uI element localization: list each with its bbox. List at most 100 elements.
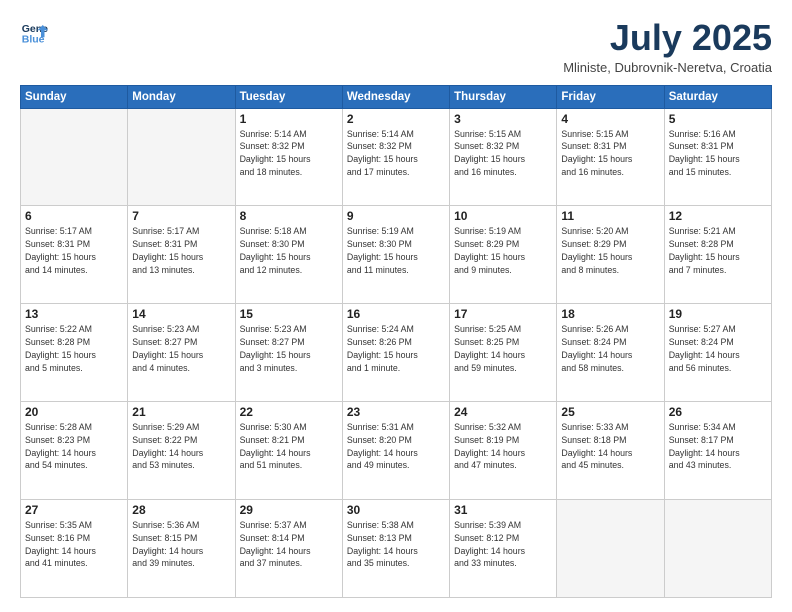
calendar-week-row: 20 Sunrise: 5:28 AM Sunset: 8:23 PM Dayli… — [21, 402, 772, 500]
table-row: 22Sunrise: 5:30 AM Sunset: 8:21 PM Dayli… — [235, 402, 342, 500]
table-row: 30Sunrise: 5:38 AM Sunset: 8:13 PM Dayli… — [342, 500, 449, 598]
day-number: 7 — [132, 209, 230, 223]
day-number: 15 — [240, 307, 338, 321]
table-row: 24 Sunrise: 5:32 AM Sunset: 8:19 PM Dayli… — [450, 402, 557, 500]
day-detail: Sunrise: 5:15 AM Sunset: 8:31 PM Dayligh… — [561, 128, 659, 179]
table-row: 16 Sunrise: 5:24 AM Sunset: 8:26 PM Dayli… — [342, 304, 449, 402]
calendar-week-row: 13 Sunrise: 5:22 AM Sunset: 8:28 PM Dayli… — [21, 304, 772, 402]
table-row: 18 Sunrise: 5:26 AM Sunset: 8:24 PM Dayli… — [557, 304, 664, 402]
day-number: 6 — [25, 209, 123, 223]
day-number: 18 — [561, 307, 659, 321]
day-number: 21 — [132, 405, 230, 419]
day-number: 31 — [454, 503, 552, 517]
table-row: 14Sunrise: 5:23 AM Sunset: 8:27 PM Dayli… — [128, 304, 235, 402]
day-number: 17 — [454, 307, 552, 321]
table-row: 19 Sunrise: 5:27 AM Sunset: 8:24 PM Dayli… — [664, 304, 771, 402]
day-detail: Sunrise: 5:22 AM Sunset: 8:28 PM Dayligh… — [25, 323, 123, 374]
table-row: 29 Sunrise: 5:37 AM Sunset: 8:14 PM Dayli… — [235, 500, 342, 598]
day-number: 16 — [347, 307, 445, 321]
table-row: 7 Sunrise: 5:17 AM Sunset: 8:31 PM Daylig… — [128, 206, 235, 304]
day-number: 5 — [669, 112, 767, 126]
calendar-week-row: 27 Sunrise: 5:35 AM Sunset: 8:16 PM Dayli… — [21, 500, 772, 598]
day-number: 28 — [132, 503, 230, 517]
day-detail: Sunrise: 5:32 AM Sunset: 8:19 PM Dayligh… — [454, 421, 552, 472]
day-detail: Sunrise: 5:17 AM Sunset: 8:31 PM Dayligh… — [25, 225, 123, 276]
table-row: 4 Sunrise: 5:15 AM Sunset: 8:31 PM Daylig… — [557, 108, 664, 206]
day-number: 10 — [454, 209, 552, 223]
day-number: 1 — [240, 112, 338, 126]
table-row — [128, 108, 235, 206]
table-row: 31Sunrise: 5:39 AM Sunset: 8:12 PM Dayli… — [450, 500, 557, 598]
day-number: 12 — [669, 209, 767, 223]
table-row: 21 Sunrise: 5:29 AM Sunset: 8:22 PM Dayli… — [128, 402, 235, 500]
day-number: 27 — [25, 503, 123, 517]
day-detail: Sunrise: 5:30 AM Sunset: 8:21 PM Dayligh… — [240, 421, 338, 472]
day-detail: Sunrise: 5:26 AM Sunset: 8:24 PM Dayligh… — [561, 323, 659, 374]
table-row: 3 Sunrise: 5:15 AM Sunset: 8:32 PM Daylig… — [450, 108, 557, 206]
logo-icon: General Blue — [20, 18, 48, 46]
table-row — [21, 108, 128, 206]
col-monday: Monday — [128, 85, 235, 108]
title-block: July 2025 Mliniste, Dubrovnik-Neretva, C… — [563, 18, 772, 75]
calendar-week-row: 6 Sunrise: 5:17 AM Sunset: 8:31 PM Daylig… — [21, 206, 772, 304]
day-detail: Sunrise: 5:16 AM Sunset: 8:31 PM Dayligh… — [669, 128, 767, 179]
day-number: 19 — [669, 307, 767, 321]
day-detail: Sunrise: 5:15 AM Sunset: 8:32 PM Dayligh… — [454, 128, 552, 179]
day-detail: Sunrise: 5:23 AM Sunset: 8:27 PM Dayligh… — [132, 323, 230, 374]
table-row: 1 Sunrise: 5:14 AM Sunset: 8:32 PM Daylig… — [235, 108, 342, 206]
day-number: 3 — [454, 112, 552, 126]
col-friday: Friday — [557, 85, 664, 108]
day-number: 9 — [347, 209, 445, 223]
day-detail: Sunrise: 5:17 AM Sunset: 8:31 PM Dayligh… — [132, 225, 230, 276]
month-title: July 2025 — [563, 18, 772, 58]
day-detail: Sunrise: 5:31 AM Sunset: 8:20 PM Dayligh… — [347, 421, 445, 472]
table-row: 27 Sunrise: 5:35 AM Sunset: 8:16 PM Dayli… — [21, 500, 128, 598]
day-number: 11 — [561, 209, 659, 223]
table-row: 8Sunrise: 5:18 AM Sunset: 8:30 PM Daylig… — [235, 206, 342, 304]
day-number: 8 — [240, 209, 338, 223]
day-number: 30 — [347, 503, 445, 517]
calendar-header-row: Sunday Monday Tuesday Wednesday Thursday… — [21, 85, 772, 108]
day-detail: Sunrise: 5:28 AM Sunset: 8:23 PM Dayligh… — [25, 421, 123, 472]
day-detail: Sunrise: 5:19 AM Sunset: 8:30 PM Dayligh… — [347, 225, 445, 276]
day-detail: Sunrise: 5:23 AM Sunset: 8:27 PM Dayligh… — [240, 323, 338, 374]
day-detail: Sunrise: 5:14 AM Sunset: 8:32 PM Dayligh… — [240, 128, 338, 179]
calendar-page: General Blue July 2025 Mliniste, Dubrovn… — [0, 0, 792, 612]
day-detail: Sunrise: 5:27 AM Sunset: 8:24 PM Dayligh… — [669, 323, 767, 374]
header: General Blue July 2025 Mliniste, Dubrovn… — [20, 18, 772, 75]
day-number: 20 — [25, 405, 123, 419]
table-row: 25Sunrise: 5:33 AM Sunset: 8:18 PM Dayli… — [557, 402, 664, 500]
day-detail: Sunrise: 5:24 AM Sunset: 8:26 PM Dayligh… — [347, 323, 445, 374]
day-number: 29 — [240, 503, 338, 517]
day-number: 25 — [561, 405, 659, 419]
col-saturday: Saturday — [664, 85, 771, 108]
table-row: 17 Sunrise: 5:25 AM Sunset: 8:25 PM Dayli… — [450, 304, 557, 402]
day-detail: Sunrise: 5:20 AM Sunset: 8:29 PM Dayligh… — [561, 225, 659, 276]
table-row: 12Sunrise: 5:21 AM Sunset: 8:28 PM Dayli… — [664, 206, 771, 304]
table-row: 26 Sunrise: 5:34 AM Sunset: 8:17 PM Dayli… — [664, 402, 771, 500]
table-row: 13 Sunrise: 5:22 AM Sunset: 8:28 PM Dayli… — [21, 304, 128, 402]
table-row: 6 Sunrise: 5:17 AM Sunset: 8:31 PM Daylig… — [21, 206, 128, 304]
calendar-week-row: 1 Sunrise: 5:14 AM Sunset: 8:32 PM Daylig… — [21, 108, 772, 206]
day-number: 4 — [561, 112, 659, 126]
calendar-table: Sunday Monday Tuesday Wednesday Thursday… — [20, 85, 772, 598]
logo: General Blue — [20, 18, 48, 46]
location: Mliniste, Dubrovnik-Neretva, Croatia — [563, 60, 772, 75]
day-number: 13 — [25, 307, 123, 321]
col-thursday: Thursday — [450, 85, 557, 108]
day-detail: Sunrise: 5:34 AM Sunset: 8:17 PM Dayligh… — [669, 421, 767, 472]
day-detail: Sunrise: 5:29 AM Sunset: 8:22 PM Dayligh… — [132, 421, 230, 472]
table-row: 2 Sunrise: 5:14 AM Sunset: 8:32 PM Daylig… — [342, 108, 449, 206]
day-number: 24 — [454, 405, 552, 419]
table-row: 20 Sunrise: 5:28 AM Sunset: 8:23 PM Dayli… — [21, 402, 128, 500]
col-tuesday: Tuesday — [235, 85, 342, 108]
col-sunday: Sunday — [21, 85, 128, 108]
day-detail: Sunrise: 5:14 AM Sunset: 8:32 PM Dayligh… — [347, 128, 445, 179]
day-number: 26 — [669, 405, 767, 419]
day-detail: Sunrise: 5:35 AM Sunset: 8:16 PM Dayligh… — [25, 519, 123, 570]
col-wednesday: Wednesday — [342, 85, 449, 108]
table-row: 15 Sunrise: 5:23 AM Sunset: 8:27 PM Dayli… — [235, 304, 342, 402]
day-detail: Sunrise: 5:25 AM Sunset: 8:25 PM Dayligh… — [454, 323, 552, 374]
day-detail: Sunrise: 5:37 AM Sunset: 8:14 PM Dayligh… — [240, 519, 338, 570]
day-number: 2 — [347, 112, 445, 126]
